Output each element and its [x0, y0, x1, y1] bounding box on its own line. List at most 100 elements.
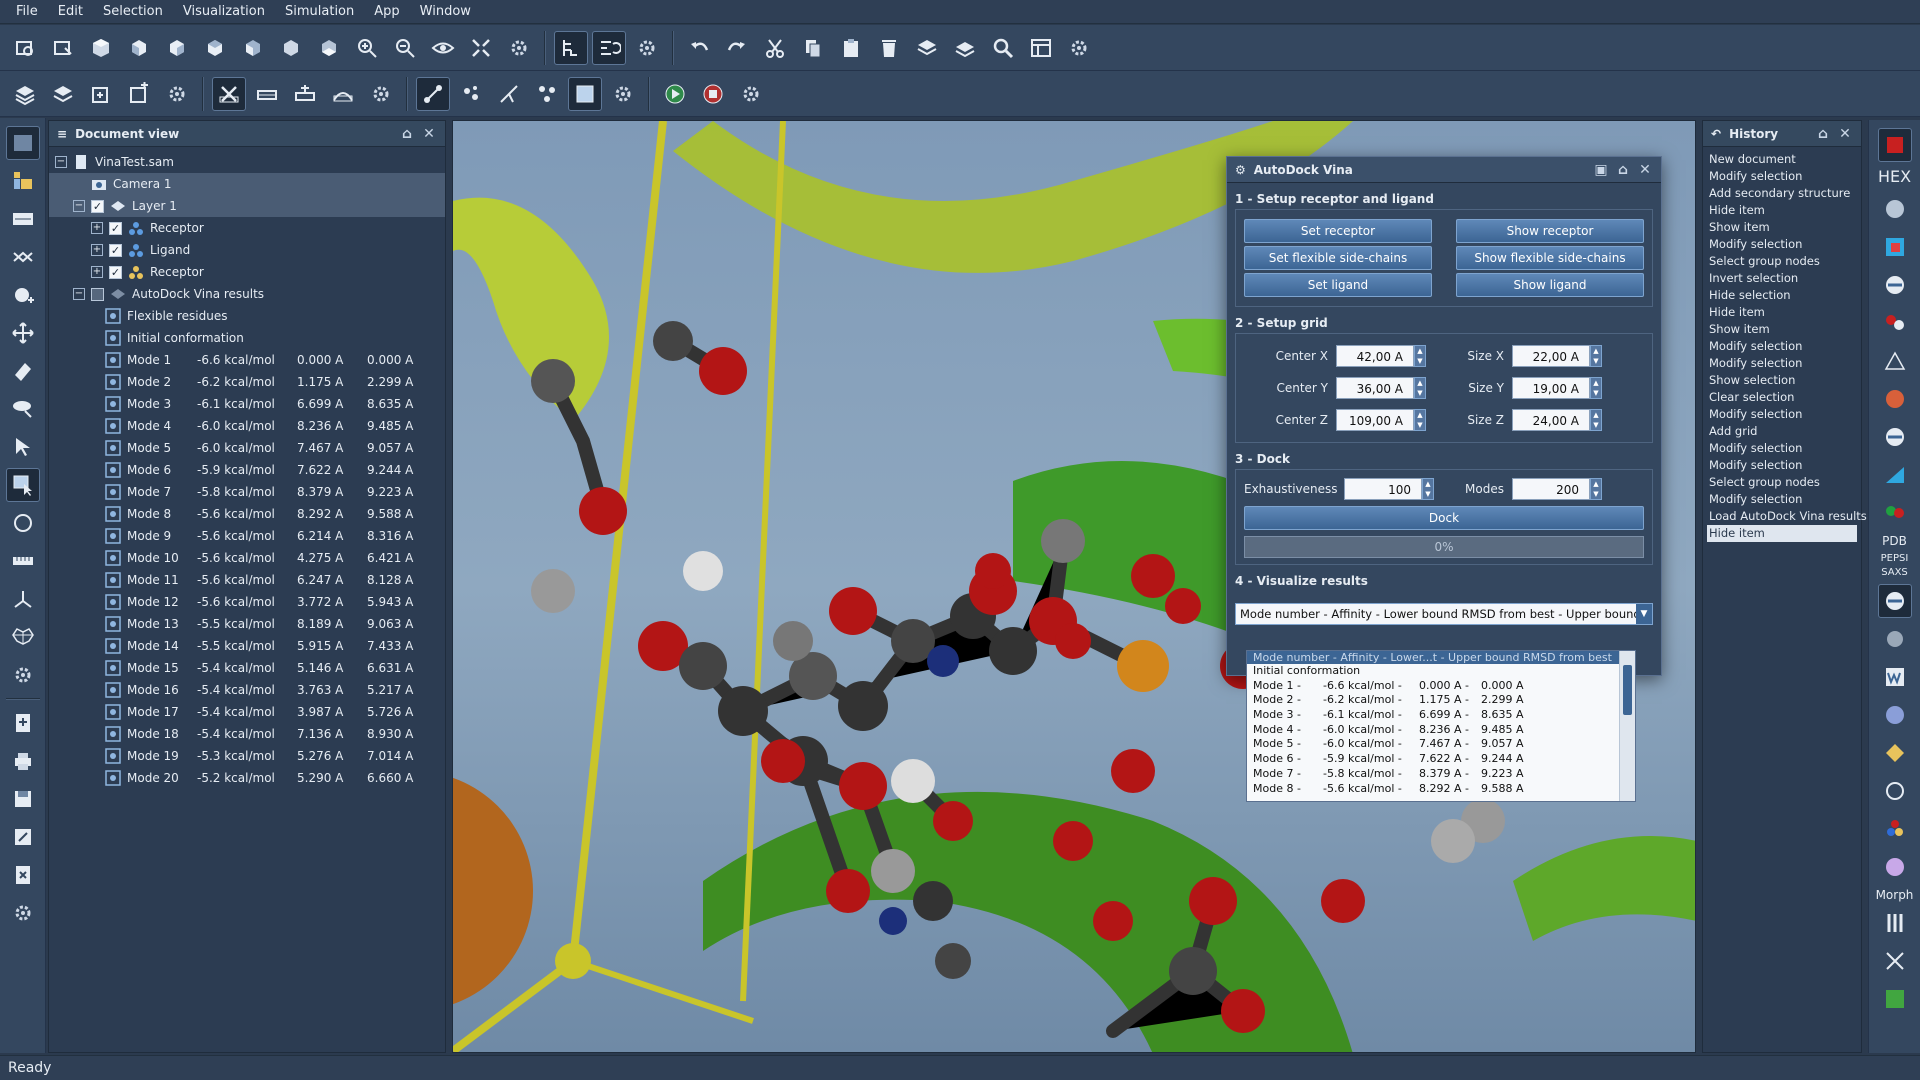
- molecule-icon[interactable]: [530, 77, 564, 111]
- tree-item-receptor-2[interactable]: + ✓ Receptor: [49, 261, 445, 283]
- move-icon[interactable]: [6, 316, 40, 350]
- gear-icon[interactable]: [1062, 31, 1096, 65]
- gear-icon[interactable]: [364, 77, 398, 111]
- exhaustiveness-spinbox[interactable]: 100 ▲ ▼: [1344, 478, 1434, 500]
- table-row[interactable]: Mode 8 -5.6 kcal/mol 8.292 A 9.588 A: [49, 503, 445, 525]
- delete-selection-icon[interactable]: [212, 76, 246, 111]
- stack-gear-icon[interactable]: [46, 77, 80, 111]
- table-row[interactable]: Mode 4 -6.0 kcal/mol 8.236 A 9.485 A: [49, 415, 445, 437]
- gear-icon[interactable]: [160, 77, 194, 111]
- surface-icon[interactable]: [568, 76, 602, 111]
- gear-icon[interactable]: [630, 31, 664, 65]
- history-item[interactable]: Select group nodes: [1707, 474, 1861, 491]
- periodic-table-icon[interactable]: [6, 164, 40, 198]
- bonds-icon[interactable]: [492, 77, 526, 111]
- spin-arrows-icon[interactable]: ▲ ▼: [1590, 409, 1602, 431]
- set-flexible-button[interactable]: Set flexible side-chains: [1244, 246, 1432, 270]
- ring-plugin-icon[interactable]: [1878, 774, 1912, 808]
- table-row[interactable]: Mode 14 -5.5 kcal/mol 5.915 A 7.433 A: [49, 635, 445, 657]
- table-row[interactable]: Mode 13 -5.5 kcal/mol 8.189 A 9.063 A: [49, 613, 445, 635]
- tree-view-icon[interactable]: [554, 30, 588, 65]
- list-item[interactable]: Mode 7 - -5.8 kcal/mol -8.379 A -9.223 A: [1247, 767, 1635, 782]
- list-item[interactable]: Mode 5 - -6.0 kcal/mol -7.467 A -9.057 A: [1247, 737, 1635, 752]
- scroll-thumb[interactable]: [1623, 665, 1632, 715]
- table-row[interactable]: Mode 18 -5.4 kcal/mol 7.136 A 8.930 A: [49, 723, 445, 745]
- rectangle-select-icon[interactable]: [5, 468, 40, 502]
- close-document-icon[interactable]: [6, 858, 40, 892]
- expand-icon[interactable]: +: [91, 244, 103, 256]
- menu-app[interactable]: App: [364, 0, 409, 24]
- collapse-icon[interactable]: −: [73, 200, 85, 212]
- circle-select-icon[interactable]: [6, 506, 40, 540]
- network-plugin-icon[interactable]: [1878, 344, 1912, 378]
- atoms-gray-plugin-icon[interactable]: [1878, 622, 1912, 656]
- menu-simulation[interactable]: Simulation: [275, 0, 364, 24]
- layer-icon[interactable]: [948, 31, 982, 65]
- table-row[interactable]: Mode 6 -5.9 kcal/mol 7.622 A 9.244 A: [49, 459, 445, 481]
- play-icon[interactable]: [658, 77, 692, 111]
- smiles-icon[interactable]: [6, 202, 40, 236]
- history-item[interactable]: Modify selection: [1707, 168, 1861, 185]
- tree-item-receptor[interactable]: + ✓ Receptor: [49, 217, 445, 239]
- lock-icon[interactable]: ⌂: [1615, 162, 1631, 178]
- import-icon[interactable]: [6, 706, 40, 740]
- tree-item-layer[interactable]: − ✓ Layer 1: [49, 195, 445, 217]
- table-row[interactable]: Mode 3 -6.1 kcal/mol 6.699 A 8.635 A: [49, 393, 445, 415]
- molecule-plugin-icon[interactable]: [1878, 192, 1912, 226]
- table-row[interactable]: Mode 20 -5.2 kcal/mol 5.290 A 6.660 A: [49, 767, 445, 789]
- history-item[interactable]: Modify selection: [1707, 491, 1861, 508]
- wd-plugin-icon[interactable]: [1878, 660, 1912, 694]
- spin-arrows-icon[interactable]: ▲ ▼: [1414, 409, 1426, 431]
- layers-icon[interactable]: [910, 31, 944, 65]
- undo-icon[interactable]: [682, 31, 716, 65]
- stop-icon[interactable]: [696, 77, 730, 111]
- cut-icon[interactable]: [758, 31, 792, 65]
- dock-button[interactable]: Dock: [1244, 506, 1644, 530]
- select-residues-icon[interactable]: [288, 77, 322, 111]
- history-item[interactable]: New document: [1707, 151, 1861, 168]
- gear-icon[interactable]: [606, 77, 640, 111]
- history-item[interactable]: Modify selection: [1707, 406, 1861, 423]
- bars-plugin-icon[interactable]: [1878, 906, 1912, 940]
- add-group-icon[interactable]: [122, 77, 156, 111]
- table-row[interactable]: Mode 7 -5.8 kcal/mol 8.379 A 9.223 A: [49, 481, 445, 503]
- history-item[interactable]: Load AutoDock Vina results: [1707, 508, 1867, 525]
- bond-editor-icon[interactable]: [6, 240, 40, 274]
- paste-icon[interactable]: [834, 31, 868, 65]
- list-item[interactable]: Initial conformation: [1247, 664, 1635, 679]
- history-item[interactable]: Add secondary structure: [1707, 185, 1861, 202]
- set-receptor-button[interactable]: Set receptor: [1244, 219, 1432, 243]
- list-item[interactable]: Mode 1 - -6.6 kcal/mol -0.000 A -0.000 A: [1247, 679, 1635, 694]
- menu-window[interactable]: Window: [410, 0, 481, 24]
- history-item[interactable]: Hide selection: [1707, 287, 1861, 304]
- close-icon[interactable]: ✕: [421, 126, 437, 142]
- gear-icon[interactable]: [6, 896, 40, 930]
- add-frame-icon[interactable]: [84, 77, 118, 111]
- size-z-spinbox[interactable]: 24,00 A ▲ ▼: [1512, 409, 1602, 431]
- history-view-icon[interactable]: [592, 30, 626, 65]
- view-top-icon[interactable]: [274, 31, 308, 65]
- spin-arrows-icon[interactable]: ▲ ▼: [1422, 478, 1434, 500]
- expand-icon[interactable]: +: [91, 222, 103, 234]
- center-x-spinbox[interactable]: 42,00 A ▲ ▼: [1336, 345, 1426, 367]
- table-row[interactable]: Mode 2 -6.2 kcal/mol 1.175 A 2.299 A: [49, 371, 445, 393]
- collapse-icon[interactable]: −: [73, 288, 85, 300]
- close-icon[interactable]: ✕: [1837, 126, 1853, 142]
- spin-arrows-icon[interactable]: ▲ ▼: [1590, 377, 1602, 399]
- pointer-icon[interactable]: [6, 430, 40, 464]
- list-item[interactable]: Mode number - Affinity - Lower...t - Upp…: [1247, 651, 1621, 664]
- lock-icon[interactable]: ⌂: [399, 126, 415, 142]
- history-item[interactable]: Show item: [1707, 219, 1861, 236]
- layer-visibility-checkbox[interactable]: ✓: [91, 199, 104, 213]
- hex-plugin-icon[interactable]: [1877, 128, 1912, 162]
- lasso-icon[interactable]: [6, 392, 40, 426]
- modes-spinbox[interactable]: 200 ▲ ▼: [1512, 478, 1602, 500]
- set-ligand-button[interactable]: Set ligand: [1244, 273, 1432, 297]
- center-y-spinbox[interactable]: 36,00 A ▲ ▼: [1336, 377, 1426, 399]
- history-item[interactable]: Invert selection: [1707, 270, 1861, 287]
- list-item[interactable]: Mode 8 - -5.6 kcal/mol -8.292 A -9.588 A: [1247, 782, 1635, 797]
- eraser-icon[interactable]: [6, 354, 40, 388]
- ruler-icon[interactable]: [6, 544, 40, 578]
- history-item[interactable]: Show selection: [1707, 372, 1861, 389]
- history-item[interactable]: Hide item: [1707, 525, 1857, 542]
